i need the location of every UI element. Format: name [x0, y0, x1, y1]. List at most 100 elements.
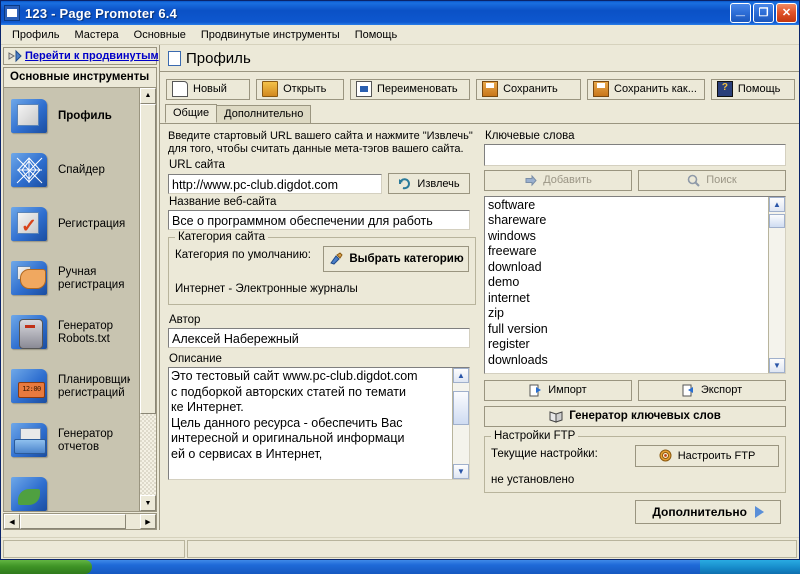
scroll-up-icon[interactable]: ▲: [140, 87, 156, 104]
spider-web-icon: [10, 151, 50, 191]
rename-icon: [355, 81, 372, 97]
keyword-input[interactable]: [484, 144, 786, 166]
menu-item-help[interactable]: Помощь: [348, 27, 406, 43]
list-item[interactable]: shareware: [488, 213, 768, 229]
sidebar-item-profile[interactable]: Профиль: [4, 90, 139, 144]
restore-button[interactable]: ❐: [753, 3, 774, 23]
advanced-button[interactable]: Дополнительно: [635, 499, 781, 524]
sidebar-vertical-scrollbar[interactable]: ▲ ▼: [139, 87, 156, 511]
go-to-advanced-link-bar[interactable]: Перейти к продвинутым: [3, 47, 159, 65]
hscroll-thumb[interactable]: [20, 514, 126, 529]
scroll-track[interactable]: [140, 103, 156, 495]
new-button[interactable]: Новый: [166, 78, 251, 100]
author-input[interactable]: Алексей Набережный: [168, 328, 470, 348]
sidebar-item-partial[interactable]: [4, 468, 139, 511]
url-label: URL сайта: [169, 159, 225, 171]
start-button[interactable]: [0, 560, 92, 574]
list-item[interactable]: full version: [488, 322, 768, 338]
scheduler-clock-icon: 12:00: [10, 367, 50, 407]
list-item[interactable]: register: [488, 337, 768, 353]
import-button[interactable]: Импорт: [484, 379, 632, 401]
rename-button[interactable]: Переименовать: [349, 78, 471, 100]
sidebar-item-manual-registration[interactable]: Ручная регистрация: [4, 252, 139, 306]
menu-item-wizards[interactable]: Мастера: [68, 27, 127, 43]
report-printer-icon: [10, 421, 50, 461]
scroll-thumb[interactable]: [769, 213, 785, 228]
sidebar-item-spider[interactable]: Спайдер: [4, 144, 139, 198]
menu-item-profile[interactable]: Профиль: [5, 27, 68, 43]
description-textarea[interactable]: Это тестовый сайт www.pc-club.digdot.com…: [168, 367, 470, 480]
scroll-thumb[interactable]: [140, 103, 156, 414]
close-button[interactable]: ✕: [776, 3, 797, 23]
sidebar-item-scheduler[interactable]: 12:00 Планировщик регистраций: [4, 360, 139, 414]
sidebar-item-robots-generator[interactable]: Генератор Robots.txt: [4, 306, 139, 360]
list-item[interactable]: downloads: [488, 353, 768, 369]
scroll-left-icon[interactable]: ◀: [4, 514, 20, 529]
help-question-icon: ?: [716, 81, 733, 97]
scroll-right-icon[interactable]: ▶: [140, 514, 156, 529]
configure-ftp-button[interactable]: Настроить FTP: [635, 444, 779, 467]
main-panel: Профиль Новый Открыть Переименовать Сохр…: [159, 45, 799, 530]
go-to-advanced-link[interactable]: Перейти к продвинутым: [25, 50, 159, 62]
keyword-generator-button[interactable]: Генератор ключевых слов: [484, 405, 786, 427]
category-row: Категория по умолчанию: Выбрать категори…: [175, 246, 469, 272]
system-tray[interactable]: [700, 560, 800, 574]
extract-button[interactable]: Извлечь: [388, 173, 470, 194]
list-item[interactable]: software: [488, 198, 768, 214]
page-header: Профиль: [160, 45, 799, 72]
url-input[interactable]: http://www.pc-club.digdot.com: [168, 173, 382, 194]
registration-check-icon: ✓: [10, 205, 50, 245]
add-keyword-label: Добавить: [543, 174, 592, 187]
list-item[interactable]: demo: [488, 275, 768, 291]
sidebar-item-label: Ручная регистрация: [58, 265, 125, 291]
list-item[interactable]: zip: [488, 306, 768, 322]
site-name-input[interactable]: Все о программном обеспечении для работь: [168, 210, 470, 230]
save-as-button-label: Сохранить как...: [614, 83, 697, 95]
list-item[interactable]: internet: [488, 291, 768, 307]
export-button[interactable]: Экспорт: [638, 379, 786, 401]
sidebar-header: Основные инструменты: [4, 67, 156, 88]
tab-general[interactable]: Общие: [165, 104, 218, 123]
help-button[interactable]: ? Помощь: [710, 78, 795, 100]
scroll-thumb[interactable]: [453, 391, 469, 425]
sidebar-item-label: Регистрация: [58, 218, 126, 231]
main-body: Перейти к продвинутым Основные инструмен…: [1, 45, 799, 530]
keywords-listbox[interactable]: software shareware windows freeware down…: [484, 195, 786, 374]
scroll-up-icon[interactable]: ▲: [453, 368, 469, 383]
description-text[interactable]: Это тестовый сайт www.pc-club.digdot.com…: [169, 368, 452, 479]
keywords-list[interactable]: software shareware windows freeware down…: [485, 197, 768, 373]
add-arrow-icon: [524, 174, 537, 187]
save-as-button[interactable]: Сохранить как...: [587, 78, 705, 100]
advanced-arrow-icon: [7, 49, 22, 63]
save-button[interactable]: Сохранить: [476, 78, 582, 100]
menu-item-advanced-tools[interactable]: Продвинутые инструменты: [194, 27, 348, 43]
scroll-track[interactable]: [769, 211, 785, 358]
scroll-up-icon[interactable]: ▲: [769, 196, 785, 212]
description-scrollbar[interactable]: ▲ ▼: [452, 368, 469, 479]
hscroll-track[interactable]: [20, 514, 140, 529]
scroll-down-icon[interactable]: ▼: [140, 495, 156, 511]
sidebar-box: Основные инструменты Профиль Спайдер ✓ Р…: [3, 66, 157, 512]
import-button-label: Импорт: [548, 384, 587, 397]
minimize-button[interactable]: _: [730, 2, 751, 23]
sidebar-inner: Профиль Спайдер ✓ Регистрация Ручная рег…: [4, 87, 156, 511]
add-keyword-button[interactable]: Добавить: [484, 169, 632, 191]
list-item[interactable]: freeware: [488, 244, 768, 260]
sidebar-item-registration[interactable]: ✓ Регистрация: [4, 198, 139, 252]
sidebar-item-report-generator[interactable]: Генератор отчетов: [4, 414, 139, 468]
scroll-down-icon[interactable]: ▼: [453, 464, 469, 479]
tab-additional[interactable]: Дополнительно: [216, 105, 312, 123]
list-item[interactable]: windows: [488, 229, 768, 245]
scroll-down-icon[interactable]: ▼: [769, 357, 785, 373]
sidebar-horizontal-scrollbar[interactable]: ◀ ▶: [3, 513, 157, 530]
footer-bar: Дополнительно: [484, 493, 793, 530]
search-keyword-button[interactable]: Поиск: [638, 169, 786, 191]
scroll-track[interactable]: [453, 383, 469, 464]
list-item[interactable]: download: [488, 260, 768, 276]
keywords-scrollbar[interactable]: ▲ ▼: [768, 196, 785, 373]
open-button[interactable]: Открыть: [256, 78, 344, 100]
close-icon: ✕: [781, 7, 792, 19]
choose-category-button[interactable]: Выбрать категорию: [323, 246, 469, 272]
ftp-current-value: не установлено: [491, 473, 575, 486]
menu-item-main[interactable]: Основные: [127, 27, 194, 43]
